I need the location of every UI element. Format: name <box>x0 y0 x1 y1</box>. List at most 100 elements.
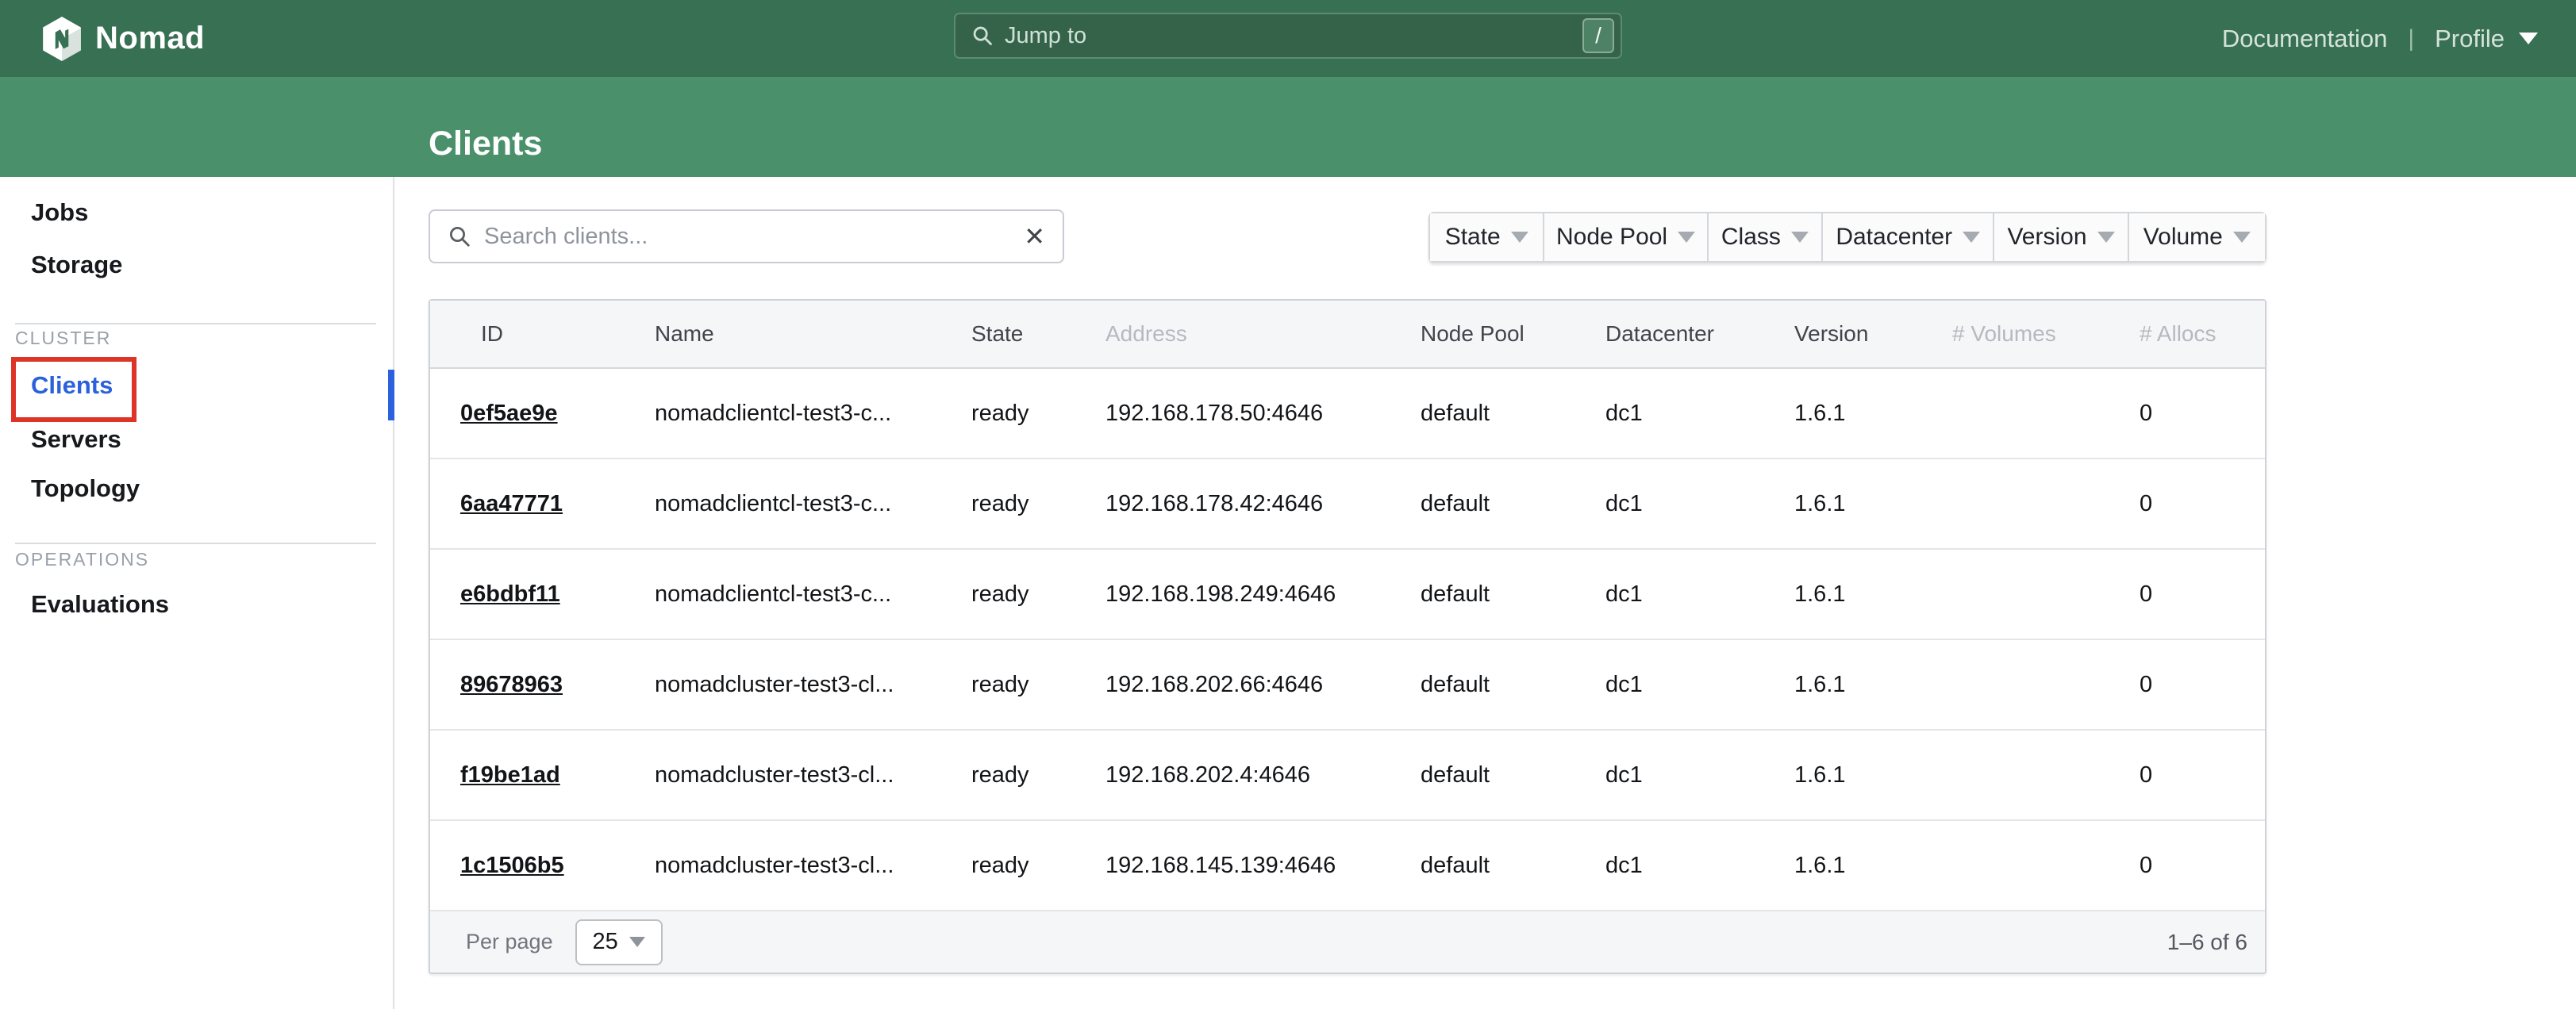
pagination-range: 1–6 of 6 <box>2167 930 2247 955</box>
sidebar-item-jobs[interactable]: Jobs <box>31 198 88 227</box>
client-id-link[interactable]: f19be1ad <box>460 762 560 788</box>
cell-version: 1.6.1 <box>1794 762 1952 788</box>
cell-id: 6aa47771 <box>430 491 655 517</box>
cell-name: nomadclientcl-test3-c... <box>655 581 971 608</box>
search-clients-input[interactable] <box>483 223 1024 251</box>
cell-allocs: 0 <box>2140 581 2265 608</box>
client-id-link[interactable]: 6aa47771 <box>460 491 563 516</box>
cell-state: ready <box>971 672 1105 698</box>
cell-state: ready <box>971 491 1105 517</box>
profile-label: Profile <box>2435 25 2505 53</box>
filter-label: Datacenter <box>1836 224 1952 251</box>
column-header-version[interactable]: Version <box>1794 321 1952 347</box>
column-header-id[interactable]: ID <box>430 321 655 347</box>
client-id-link[interactable]: 0ef5ae9e <box>460 401 558 426</box>
sidebar-item-storage[interactable]: Storage <box>31 251 122 279</box>
cell-node_pool: default <box>1421 581 1605 608</box>
cell-version: 1.6.1 <box>1794 401 1952 427</box>
cell-version: 1.6.1 <box>1794 853 1952 879</box>
cell-address: 192.168.198.249:4646 <box>1105 581 1421 608</box>
cell-address: 192.168.178.50:4646 <box>1105 401 1421 427</box>
sidebar-item-evaluations[interactable]: Evaluations <box>31 590 169 619</box>
client-id-link[interactable]: 89678963 <box>460 672 563 697</box>
client-id-link[interactable]: 1c1506b5 <box>460 853 564 878</box>
chevron-down-icon <box>629 937 645 947</box>
filter-label: Class <box>1721 224 1781 251</box>
column-header-datacenter[interactable]: Datacenter <box>1605 321 1794 347</box>
sidebar-divider <box>15 323 376 324</box>
column-header-volumes: # Volumes <box>1952 321 2140 347</box>
topbar-right: Documentation | Profile <box>2222 0 2538 77</box>
topbar-separator: | <box>2408 25 2414 52</box>
sidebar-item-clients[interactable]: Clients <box>31 371 113 400</box>
cell-name: nomadcluster-test3-cl... <box>655 853 971 879</box>
profile-menu-button[interactable]: Profile <box>2435 25 2538 53</box>
keyboard-shortcut-badge: / <box>1582 18 1614 53</box>
top-navigation-bar: Nomad Jump to / Documentation | Profile <box>0 0 2576 77</box>
table-row[interactable]: e6bdbf11 nomadclientcl-test3-c...ready192… <box>430 550 2265 640</box>
table-header-row: IDNameStateAddressNode PoolDatacenterVer… <box>430 301 2265 369</box>
column-header-state[interactable]: State <box>971 321 1105 347</box>
cell-allocs: 0 <box>2140 672 2265 698</box>
column-header-name[interactable]: Name <box>655 321 971 347</box>
chevron-down-icon <box>2519 33 2538 44</box>
filter-label: Volume <box>2143 224 2223 251</box>
cell-allocs: 0 <box>2140 401 2265 427</box>
filter-label: Version <box>2007 224 2086 251</box>
cell-address: 192.168.178.42:4646 <box>1105 491 1421 517</box>
cell-datacenter: dc1 <box>1605 581 1794 608</box>
cell-node_pool: default <box>1421 762 1605 788</box>
cell-state: ready <box>971 401 1105 427</box>
cell-address: 192.168.202.66:4646 <box>1105 672 1421 698</box>
active-item-indicator <box>388 370 394 420</box>
filter-dropdown-class[interactable]: Class <box>1709 213 1823 261</box>
filter-dropdown-node-pool[interactable]: Node Pool <box>1544 213 1708 261</box>
sidebar-item-servers[interactable]: Servers <box>31 425 121 454</box>
documentation-link[interactable]: Documentation <box>2222 25 2388 53</box>
page-header: Clients <box>0 77 2576 177</box>
cell-name: nomadclientcl-test3-c... <box>655 491 971 517</box>
cell-allocs: 0 <box>2140 491 2265 517</box>
chevron-down-icon <box>2233 232 2251 243</box>
column-header-allocs: # Allocs <box>2140 321 2265 347</box>
cell-datacenter: dc1 <box>1605 491 1794 517</box>
table-footer: Per page 25 1–6 of 6 <box>430 911 2265 973</box>
chevron-down-icon <box>1791 232 1809 243</box>
per-page-value: 25 <box>592 929 617 955</box>
sidebar-section-cluster: CLUSTER <box>15 328 111 348</box>
cell-datacenter: dc1 <box>1605 762 1794 788</box>
chevron-down-icon <box>2097 232 2115 243</box>
clear-search-button[interactable]: ✕ <box>1024 224 1045 249</box>
table-row[interactable]: 6aa47771 nomadclientcl-test3-c...ready192… <box>430 459 2265 550</box>
table-row[interactable]: 0ef5ae9enomadclientcl-test3-c...ready192… <box>430 369 2265 459</box>
cell-state: ready <box>971 581 1105 608</box>
filter-dropdown-state[interactable]: State <box>1430 213 1544 261</box>
cell-datacenter: dc1 <box>1605 853 1794 879</box>
column-header-node_pool[interactable]: Node Pool <box>1421 321 1605 347</box>
cell-id: e6bdbf11 <box>430 581 655 608</box>
cell-id: f19be1ad <box>430 762 655 788</box>
chevron-down-icon <box>1678 232 1695 243</box>
brand-name: Nomad <box>95 21 205 56</box>
search-icon <box>448 224 471 248</box>
cell-node_pool: default <box>1421 672 1605 698</box>
cell-version: 1.6.1 <box>1794 581 1952 608</box>
per-page-select[interactable]: 25 <box>575 919 663 965</box>
cell-state: ready <box>971 853 1105 879</box>
table-row[interactable]: 1c1506b5nomadcluster-test3-cl...ready192… <box>430 821 2265 911</box>
cell-id: 1c1506b5 <box>430 853 655 879</box>
cell-version: 1.6.1 <box>1794 672 1952 698</box>
nomad-home-link[interactable]: Nomad <box>41 0 205 77</box>
cell-version: 1.6.1 <box>1794 491 1952 517</box>
filter-dropdown-volume[interactable]: Volume <box>2129 213 2265 261</box>
table-row[interactable]: f19be1adnomadcluster-test3-cl...ready192… <box>430 731 2265 821</box>
filter-dropdown-datacenter[interactable]: Datacenter <box>1823 213 1994 261</box>
sidebar-item-topology[interactable]: Topology <box>31 474 140 503</box>
client-id-link[interactable]: e6bdbf11 <box>460 581 560 607</box>
cell-id: 0ef5ae9e <box>430 401 655 427</box>
filter-dropdown-version[interactable]: Version <box>1994 213 2128 261</box>
table-row[interactable]: 89678963nomadcluster-test3-cl...ready192… <box>430 640 2265 731</box>
jump-to-search[interactable]: Jump to / <box>954 13 1622 59</box>
search-icon <box>971 25 994 47</box>
sidebar-section-operations: OPERATIONS <box>15 549 149 570</box>
